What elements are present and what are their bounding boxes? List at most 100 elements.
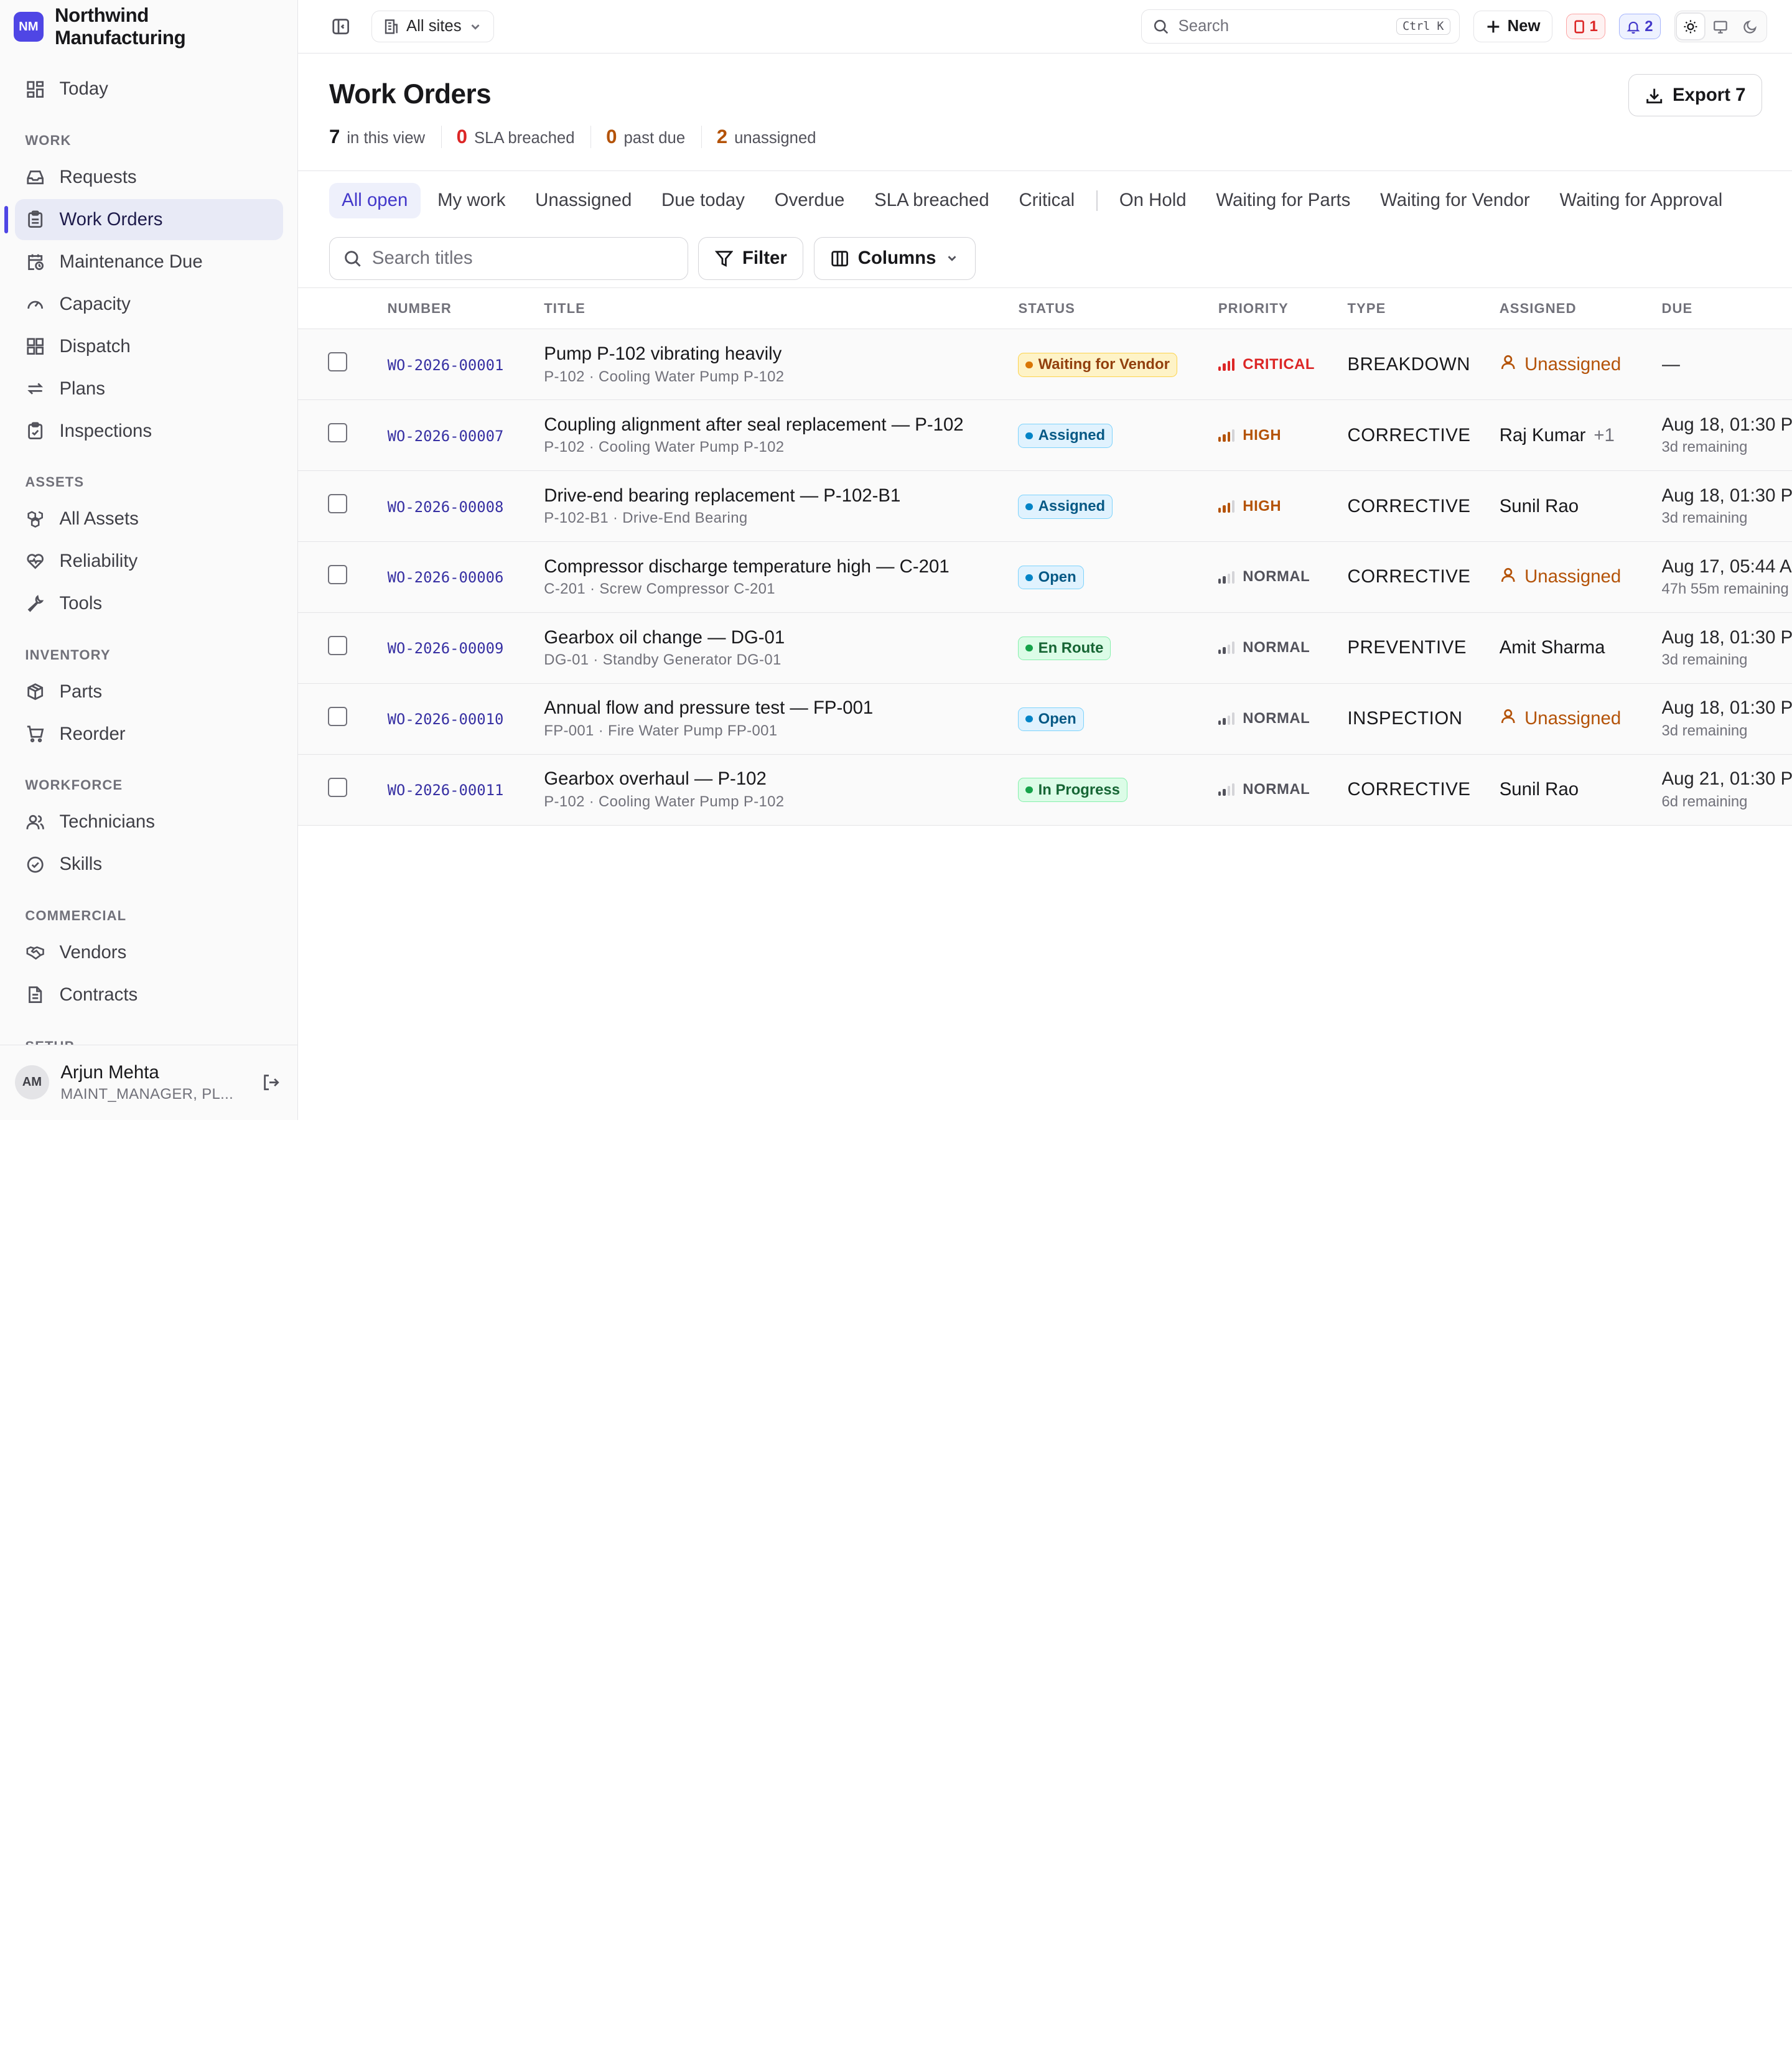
column-assigned[interactable]: ASSIGNED	[1499, 287, 1662, 330]
table-row[interactable]: WO-2026-00007 Coupling alignment after s…	[298, 399, 1792, 471]
sidebar-item-inspections[interactable]: Inspections	[15, 410, 283, 451]
sidebar-item-maintenance-due[interactable]: Maintenance Due	[15, 241, 283, 282]
sidebar-item-skills[interactable]: Skills	[15, 844, 283, 885]
stat-value: 0	[456, 126, 468, 148]
global-search-input[interactable]: Search Ctrl K	[1141, 9, 1460, 44]
moon-icon[interactable]	[1737, 14, 1764, 39]
status-label: Assigned	[1038, 498, 1106, 515]
status-label: En Route	[1038, 639, 1104, 656]
column-priority[interactable]: PRIORITY	[1218, 287, 1348, 330]
work-order-number[interactable]: WO-2026-00006	[388, 569, 504, 586]
row-checkbox[interactable]	[328, 635, 348, 655]
title-search-input[interactable]: Search titles	[329, 236, 688, 281]
assignee[interactable]: Raj Kumar +1	[1500, 425, 1662, 446]
table-row[interactable]: WO-2026-00001 Pump P-102 vibrating heavi…	[298, 329, 1792, 400]
column-due[interactable]: DUE	[1661, 287, 1792, 330]
sidebar-item-capacity[interactable]: Capacity	[15, 284, 283, 325]
assignee[interactable]: Unassigned	[1500, 707, 1662, 730]
work-order-number[interactable]: WO-2026-00008	[388, 498, 504, 516]
sidebar-item-today[interactable]: Today	[15, 68, 283, 110]
column-title[interactable]: TITLE	[544, 287, 1019, 330]
tab-waiting-for-parts[interactable]: Waiting for Parts	[1203, 183, 1363, 218]
columns-button[interactable]: Columns	[814, 236, 976, 281]
row-checkbox[interactable]	[328, 494, 348, 514]
sidebar-item-parts[interactable]: Parts	[15, 671, 283, 712]
assignee[interactable]: Sunil Rao	[1500, 779, 1662, 800]
alerts-button[interactable]: 1	[1566, 14, 1605, 39]
column-status[interactable]: STATUS	[1018, 287, 1218, 330]
work-order-number[interactable]: WO-2026-00001	[388, 357, 504, 374]
sidebar-item-tools[interactable]: Tools	[15, 583, 283, 624]
work-order-title[interactable]: Annual flow and pressure test — FP-001	[544, 697, 1018, 719]
work-order-title[interactable]: Gearbox oil change — DG-01	[544, 627, 1018, 648]
row-checkbox[interactable]	[328, 706, 348, 726]
sidebar-item-vendors[interactable]: Vendors	[15, 932, 283, 973]
tab-overdue[interactable]: Overdue	[762, 183, 857, 218]
work-order-title[interactable]: Drive-end bearing replacement — P-102-B1	[544, 485, 1018, 506]
export-button[interactable]: Export 7	[1628, 74, 1763, 117]
sidebar-item-contracts[interactable]: Contracts	[15, 974, 283, 1015]
assignee[interactable]: Unassigned	[1500, 566, 1662, 589]
tab-my-work[interactable]: My work	[425, 183, 518, 218]
work-order-title[interactable]: Compressor discharge temperature high — …	[544, 556, 1018, 577]
tab-waiting-for-approval[interactable]: Waiting for Approval	[1547, 183, 1735, 218]
tab-waiting-for-vendor[interactable]: Waiting for Vendor	[1368, 183, 1542, 218]
table-row[interactable]: WO-2026-00009 Gearbox oil change — DG-01…	[298, 612, 1792, 684]
site-selector[interactable]: All sites	[371, 10, 494, 43]
work-order-asset: C-201 · Screw Compressor C-201	[544, 581, 775, 598]
new-button[interactable]: New	[1473, 10, 1552, 43]
tab-all-open[interactable]: All open	[329, 182, 421, 218]
work-order-number[interactable]: WO-2026-00007	[388, 427, 504, 445]
table-row[interactable]: WO-2026-00006 Compressor discharge tempe…	[298, 541, 1792, 613]
tab-due-today[interactable]: Due today	[649, 183, 757, 218]
row-checkbox[interactable]	[328, 352, 348, 372]
avatar[interactable]: AM	[14, 1065, 49, 1100]
table-row[interactable]: WO-2026-00008 Drive-end bearing replacem…	[298, 470, 1792, 542]
logout-icon[interactable]	[260, 1071, 283, 1094]
assignee[interactable]: Amit Sharma	[1500, 637, 1662, 658]
tab-on-hold[interactable]: On Hold	[1107, 183, 1199, 218]
tab-sla-breached[interactable]: SLA breached	[862, 183, 1002, 218]
assignee-name: Unassigned	[1524, 566, 1622, 587]
status-dot	[1025, 361, 1033, 368]
user-icon	[1500, 707, 1517, 730]
work-order-number[interactable]: WO-2026-00009	[388, 640, 504, 657]
table-row[interactable]: WO-2026-00011 Gearbox overhaul — P-102 P…	[298, 754, 1792, 826]
stat-unassigned: 2 unassigned	[701, 126, 832, 149]
filter-button[interactable]: Filter	[698, 236, 804, 281]
sidebar-item-requests[interactable]: Requests	[15, 157, 283, 198]
row-checkbox[interactable]	[328, 564, 348, 585]
row-checkbox[interactable]	[328, 777, 348, 797]
work-order-number[interactable]: WO-2026-00010	[388, 711, 504, 728]
sidebar-item-reliability[interactable]: Reliability	[15, 541, 283, 582]
sidebar-item-dispatch[interactable]: Dispatch	[15, 326, 283, 367]
tab-critical[interactable]: Critical	[1006, 183, 1087, 218]
assignee[interactable]: Unassigned	[1500, 353, 1662, 376]
assignee[interactable]: Sunil Rao	[1500, 496, 1662, 517]
sun-icon[interactable]	[1677, 14, 1705, 39]
tab-unassigned[interactable]: Unassigned	[523, 183, 645, 218]
column-type[interactable]: TYPE	[1347, 287, 1500, 330]
column-number[interactable]: NUMBER	[387, 287, 544, 330]
main-content: All sites Search Ctrl K New 1 2 Work Ord…	[298, 0, 1792, 1120]
work-order-number[interactable]: WO-2026-00011	[388, 781, 504, 799]
work-order-type: PREVENTIVE	[1347, 637, 1467, 658]
sidebar-item-work-orders[interactable]: Work Orders	[4, 198, 283, 240]
status-label: Open	[1038, 710, 1076, 727]
sidebar-item-all-assets[interactable]: All Assets	[15, 498, 283, 539]
sidebar-toggle-icon[interactable]	[328, 14, 353, 39]
row-checkbox[interactable]	[328, 423, 348, 443]
table-row[interactable]: WO-2026-00010 Annual flow and pressure t…	[298, 683, 1792, 755]
work-order-title[interactable]: Gearbox overhaul — P-102	[544, 768, 1018, 790]
work-order-title[interactable]: Coupling alignment after seal replacemen…	[544, 414, 1018, 436]
sidebar-item-plans[interactable]: Plans	[15, 368, 283, 409]
sidebar-item-technicians[interactable]: Technicians	[15, 801, 283, 842]
sidebar-item-reorder[interactable]: Reorder	[15, 714, 283, 755]
work-order-title[interactable]: Pump P-102 vibrating heavily	[544, 343, 1018, 365]
brand[interactable]: NM Northwind Manufacturing	[0, 0, 297, 54]
monitor-icon[interactable]	[1707, 14, 1734, 39]
work-order-type: CORRECTIVE	[1347, 424, 1471, 445]
site-selector-label: All sites	[406, 17, 462, 35]
notifications-button[interactable]: 2	[1618, 14, 1661, 39]
app-shell: NM Northwind Manufacturing Today WORK Re…	[0, 0, 1792, 1120]
